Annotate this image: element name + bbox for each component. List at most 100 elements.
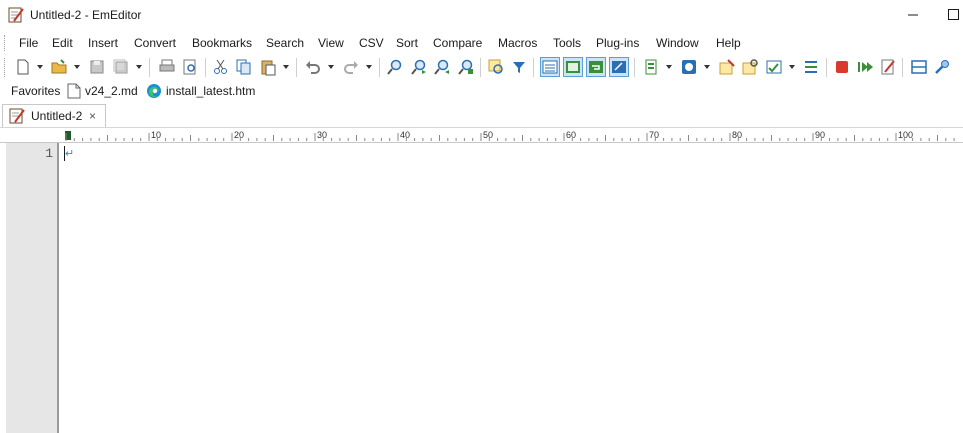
tab-label: Untitled-2 — [31, 109, 83, 123]
favorite-item-install-latest[interactable]: install_latest.htm — [166, 84, 255, 98]
favorites-bar: Favorites v24_2.md install_latest.htm — [0, 80, 963, 102]
paste-icon[interactable] — [259, 58, 277, 76]
open-dropdown-icon[interactable] — [74, 65, 80, 69]
minimize-button[interactable] — [904, 5, 922, 25]
encoding-dropdown-icon[interactable] — [704, 65, 710, 69]
check-list-dropdown-icon[interactable] — [789, 65, 795, 69]
menu-compare[interactable]: Compare — [433, 36, 482, 50]
copy-icon[interactable] — [235, 58, 253, 76]
redo-icon[interactable] — [342, 58, 360, 76]
view-mode-icon[interactable] — [540, 57, 560, 77]
paste-dropdown-icon[interactable] — [283, 65, 289, 69]
print-icon[interactable] — [158, 58, 176, 76]
menu-help[interactable]: Help — [716, 36, 741, 50]
properties-icon[interactable] — [718, 58, 736, 76]
clipboard-green-icon[interactable] — [642, 58, 660, 76]
document-icon — [67, 83, 81, 99]
toolbar-separator — [533, 58, 534, 77]
cut-icon[interactable] — [212, 58, 230, 76]
check-list-icon[interactable] — [765, 58, 783, 76]
outline-view-icon[interactable] — [563, 57, 583, 77]
toolbar-separator — [379, 58, 380, 77]
ruler-label: 90 — [815, 130, 825, 140]
find-in-files-icon[interactable] — [457, 58, 475, 76]
toolbar-separator — [205, 58, 206, 77]
stop-macro-icon[interactable] — [833, 58, 851, 76]
menu-plug-ins[interactable]: Plug-ins — [596, 36, 639, 50]
ruler-label: 30 — [317, 130, 327, 140]
title-bar: Untitled-2 - EmEditor — [0, 0, 963, 31]
window-title: Untitled-2 - EmEditor — [30, 8, 142, 22]
menu-tools[interactable]: Tools — [553, 36, 581, 50]
clipboard-dropdown-icon[interactable] — [666, 65, 672, 69]
toolbar-grip[interactable] — [4, 58, 7, 77]
menu-view[interactable]: View — [318, 36, 344, 50]
toolbar-separator — [634, 58, 635, 77]
settings-icon[interactable] — [741, 58, 759, 76]
save-icon[interactable] — [88, 58, 106, 76]
new-dropdown-icon[interactable] — [37, 65, 43, 69]
print-preview-icon[interactable] — [181, 58, 199, 76]
document-tab-strip: Untitled-2 × — [0, 102, 963, 128]
menu-window[interactable]: Window — [656, 36, 699, 50]
ruler-label: 40 — [400, 130, 410, 140]
find-next-icon[interactable] — [410, 58, 428, 76]
find-icon[interactable] — [386, 58, 404, 76]
menu-search[interactable]: Search — [266, 36, 304, 50]
column-ruler: 10 20 30 40 50 60 70 80 90 100 — [0, 128, 963, 143]
edge-browser-icon — [147, 84, 161, 98]
ruler-label: 100 — [898, 130, 913, 140]
tab-close-icon[interactable]: × — [89, 109, 96, 123]
edit-macro-icon[interactable] — [879, 58, 897, 76]
favorites-label: Favorites — [11, 84, 61, 98]
redo-dropdown-icon[interactable] — [366, 65, 372, 69]
new-document-icon[interactable] — [14, 58, 32, 76]
menu-edit[interactable]: Edit — [52, 36, 73, 50]
toolbar-separator — [296, 58, 297, 77]
maximize-button[interactable] — [948, 9, 959, 20]
tab-untitled-2[interactable]: Untitled-2 × — [2, 104, 106, 127]
menu-insert[interactable]: Insert — [88, 36, 118, 50]
highlight-search-icon[interactable] — [487, 58, 505, 76]
undo-dropdown-icon[interactable] — [328, 65, 334, 69]
sync-view-icon[interactable] — [609, 57, 629, 77]
filter-icon[interactable] — [510, 58, 528, 76]
text-editor-area[interactable]: ↵ — [60, 143, 963, 433]
ruler-label: 50 — [483, 130, 493, 140]
menu-file[interactable]: File — [19, 36, 38, 50]
find-previous-icon[interactable] — [433, 58, 451, 76]
list-icon[interactable] — [802, 58, 820, 76]
save-all-icon[interactable] — [112, 58, 130, 76]
menu-csv[interactable]: CSV — [359, 36, 384, 50]
main-toolbar — [0, 55, 963, 80]
menu-convert[interactable]: Convert — [134, 36, 176, 50]
line-number-gutter: 1 — [6, 143, 59, 433]
wrap-view-icon[interactable] — [586, 57, 606, 77]
toolbar-separator — [902, 58, 903, 77]
ruler-scale: 10 20 30 40 50 60 70 80 90 100 — [65, 130, 955, 141]
toolbar-separator — [826, 58, 827, 77]
ruler-label: 20 — [234, 130, 244, 140]
menu-grip[interactable] — [4, 35, 7, 51]
menu-sort[interactable]: Sort — [396, 36, 418, 50]
save-dropdown-icon[interactable] — [136, 65, 142, 69]
toolbar-separator — [480, 58, 481, 77]
run-macro-icon[interactable] — [856, 58, 874, 76]
ruler-label: 80 — [732, 130, 742, 140]
undo-icon[interactable] — [304, 58, 322, 76]
toolbar-separator — [149, 58, 150, 77]
split-window-icon[interactable] — [910, 58, 928, 76]
emeditor-app-icon — [8, 7, 24, 23]
ruler-label: 60 — [566, 130, 576, 140]
document-edit-icon — [9, 108, 25, 124]
menu-bookmarks[interactable]: Bookmarks — [192, 36, 252, 50]
ruler-label: 70 — [649, 130, 659, 140]
plugin-icon[interactable] — [933, 58, 951, 76]
open-folder-icon[interactable] — [50, 58, 68, 76]
current-line[interactable]: ↵ — [60, 143, 963, 163]
favorite-item-v24-2[interactable]: v24_2.md — [85, 84, 138, 98]
line-number: 1 — [45, 146, 53, 161]
end-of-line-mark: ↵ — [65, 148, 75, 160]
menu-macros[interactable]: Macros — [498, 36, 537, 50]
encoding-icon[interactable] — [680, 58, 698, 76]
